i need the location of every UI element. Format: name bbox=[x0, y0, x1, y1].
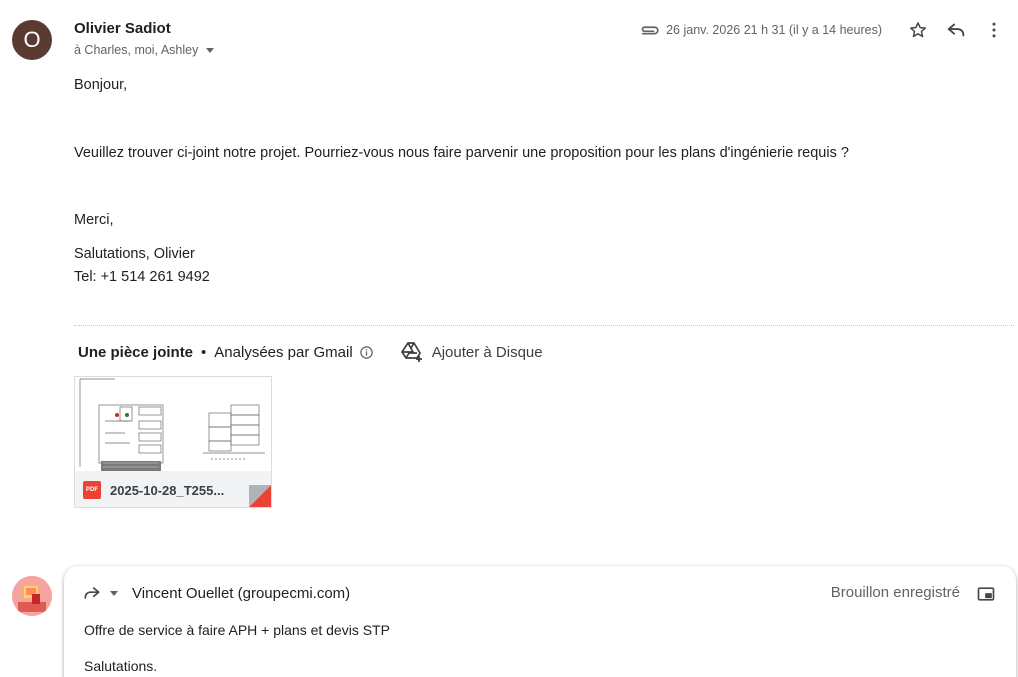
signature-phone: Tel: +1 514 261 9492 bbox=[74, 269, 210, 285]
message-date: 26 janv. 2026 21 h 31 (il y a 14 heures) bbox=[666, 23, 882, 37]
separator-dot: • bbox=[201, 343, 207, 361]
pdf-icon: PDF bbox=[83, 481, 101, 499]
attachment-file-name: 2025-10-28_T255... bbox=[110, 482, 225, 498]
more-vert-icon bbox=[992, 22, 996, 38]
scanned-label: Analysées par Gmail bbox=[214, 343, 353, 361]
reply-compose-box[interactable]: Vincent Ouellet (groupecmi.com) Brouillo… bbox=[64, 566, 1016, 677]
avatar-letter: O bbox=[23, 27, 41, 52]
reply-body-line2[interactable]: Salutations. bbox=[84, 658, 157, 674]
blueprint-preview-image bbox=[79, 378, 265, 471]
reply-icon bbox=[947, 23, 965, 37]
page-corner-fold bbox=[249, 485, 271, 507]
add-to-drive-button[interactable]: Ajouter à Disque bbox=[400, 340, 543, 364]
signature-name: Salutations, Olivier bbox=[74, 246, 195, 262]
info-icon[interactable] bbox=[359, 345, 374, 360]
reply-header: Vincent Ouellet (groupecmi.com) bbox=[82, 582, 350, 604]
body-thanks: Merci, bbox=[74, 212, 114, 228]
body-paragraph: Veuillez trouver ci-joint notre projet. … bbox=[74, 145, 849, 161]
attachments-divider bbox=[74, 325, 1014, 326]
body-greeting: Bonjour, bbox=[74, 77, 128, 93]
chevron-down-icon[interactable] bbox=[206, 47, 215, 53]
attachment-card[interactable]: PDF 2025-10-28_T255... bbox=[74, 376, 272, 508]
reply-button[interactable] bbox=[940, 14, 972, 46]
attachment-count: Une pièce jointe bbox=[78, 343, 194, 361]
sender-name[interactable]: Olivier Sadiot bbox=[74, 20, 171, 37]
chevron-down-icon bbox=[110, 590, 118, 596]
draft-status: Brouillon enregistré bbox=[830, 584, 960, 601]
avatar-illustration bbox=[12, 576, 52, 616]
popout-icon[interactable] bbox=[976, 584, 996, 604]
reply-body-line1[interactable]: Offre de service à faire APH + plans et … bbox=[84, 622, 390, 638]
add-to-drive-label: Ajouter à Disque bbox=[431, 343, 543, 361]
drive-add-icon bbox=[400, 342, 422, 362]
recipients-text: à Charles, moi, Ashley bbox=[74, 43, 199, 57]
forward-icon bbox=[84, 587, 100, 599]
reply-recipient[interactable]: Vincent Ouellet (groupecmi.com) bbox=[132, 585, 350, 602]
user-avatar[interactable] bbox=[12, 576, 52, 616]
star-icon bbox=[910, 22, 926, 38]
more-options-button[interactable] bbox=[978, 14, 1010, 46]
star-button[interactable] bbox=[902, 14, 934, 46]
attachments-header: Une pièce jointe • Analysées par Gmail A… bbox=[78, 340, 543, 364]
recipients-toggle[interactable]: à Charles, moi, Ashley bbox=[74, 43, 215, 57]
sender-avatar[interactable]: O bbox=[12, 20, 52, 60]
message-meta: 26 janv. 2026 21 h 31 (il y a 14 heures) bbox=[639, 14, 1010, 46]
reply-type-dropdown[interactable] bbox=[82, 583, 118, 603]
paperclip-icon bbox=[641, 26, 659, 35]
attachment-thumbnail bbox=[75, 377, 271, 471]
